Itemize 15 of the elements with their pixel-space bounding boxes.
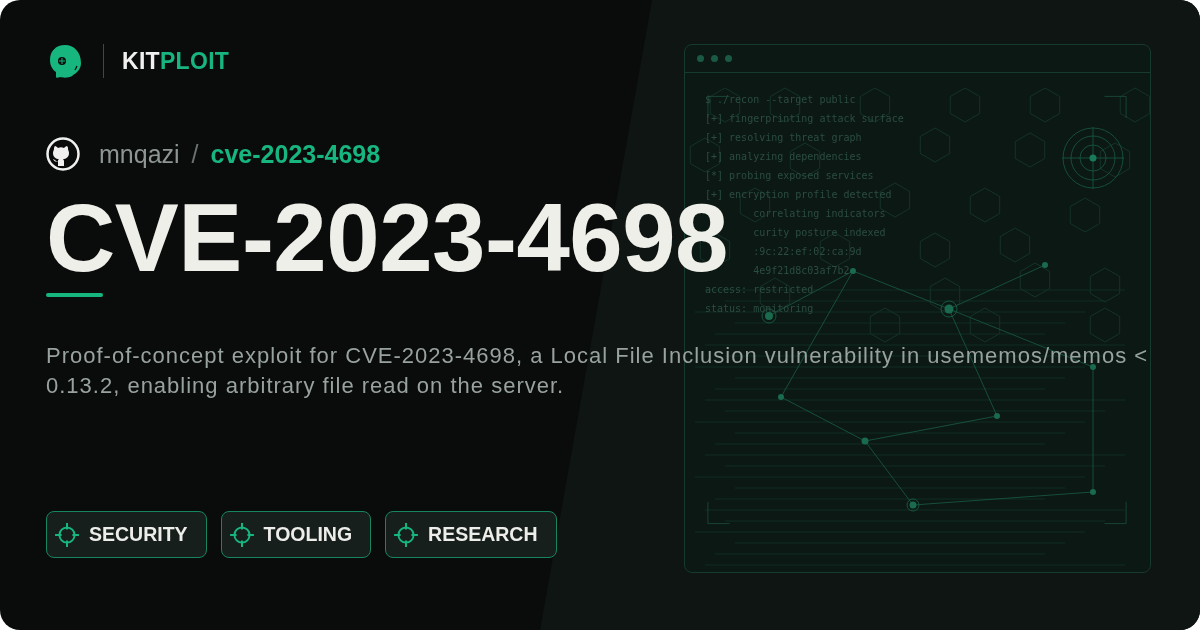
repo-owner: mnqazi [99, 139, 180, 169]
tag-label: TOOLING [263, 523, 353, 546]
tag-label: RESEARCH [428, 523, 538, 546]
logo-icon [48, 43, 83, 79]
target-icon [1062, 127, 1124, 189]
window-dots-icon [697, 55, 732, 62]
repo-name: cve-2023-4698 [210, 139, 381, 169]
crosshair-icon [54, 521, 80, 548]
crosshair-icon [228, 521, 255, 548]
description: Proof-of-concept exploit for CVE-2023-4698, a Local File Inclusion vulnerability in usememos/memos < 0.13.2, enabling arbitrary file read on the server. [46, 342, 1150, 400]
tag-label: SECURITY [89, 523, 188, 546]
path-separator: / [191, 139, 199, 169]
brand-name: KITPLOIT [122, 47, 230, 75]
crosshair-icon [393, 521, 420, 548]
title-underline [46, 293, 103, 297]
